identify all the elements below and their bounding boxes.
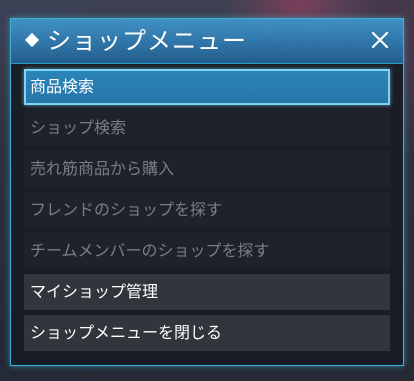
shop-menu-window: ショップメニュー 商品検索 ショップ検索 売れ筋商品から購入 フレンドのショップ… xyxy=(10,18,404,366)
window-title: ショップメニュー xyxy=(47,27,247,55)
menu-item-shop-search[interactable]: ショップ検索 xyxy=(24,110,390,146)
menu-item-close-shop-menu[interactable]: ショップメニューを閉じる xyxy=(24,315,390,351)
menu-item-buy-bestsellers[interactable]: 売れ筋商品から購入 xyxy=(24,151,390,187)
title-bar: ショップメニュー xyxy=(11,19,403,64)
close-button[interactable] xyxy=(367,27,393,53)
menu-item-find-team-member-shop[interactable]: チームメンバーのショップを探す xyxy=(24,233,390,269)
menu-list: 商品検索 ショップ検索 売れ筋商品から購入 フレンドのショップを探す チームメン… xyxy=(24,69,390,356)
menu-item-my-shop-management[interactable]: マイショップ管理 xyxy=(24,274,390,310)
close-icon xyxy=(371,31,389,49)
menu-item-find-friend-shop[interactable]: フレンドのショップを探す xyxy=(24,192,390,228)
diamond-icon xyxy=(24,32,40,48)
menu-item-product-search[interactable]: 商品検索 xyxy=(24,69,390,105)
